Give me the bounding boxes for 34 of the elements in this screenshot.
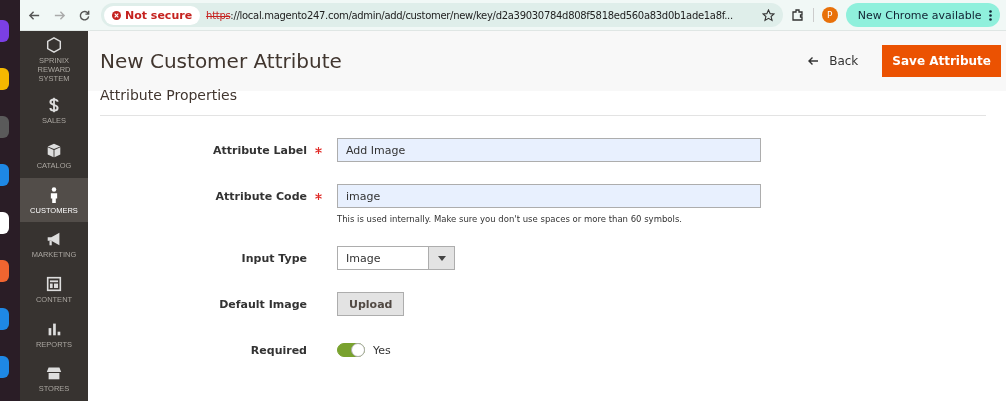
- save-attribute-button[interactable]: Save Attribute: [882, 45, 1001, 77]
- layout-icon: [45, 274, 63, 293]
- caret-icon: [437, 255, 446, 261]
- url-text: https://local.magento247.com/admin/add/customer/new/key/d2a39030784d808f5818ed560a83d0b1ade1a8f...: [206, 9, 733, 21]
- page-title: New Customer Attribute: [100, 49, 342, 73]
- section-title: Attribute Properties: [100, 86, 239, 105]
- reload-icon[interactable]: [78, 8, 91, 22]
- more-icon: [989, 10, 992, 21]
- toggle-switch[interactable]: [337, 343, 365, 357]
- field-label: Attribute Code: [215, 189, 307, 203]
- box-icon: [45, 141, 63, 159]
- input-type-dropdown[interactable]: Image: [337, 246, 455, 270]
- field-note: This is used internally. Make sure you don't use spaces or more than 60 symbols.: [337, 214, 684, 224]
- extensions-icon[interactable]: [790, 8, 805, 22]
- security-label: Not secure: [125, 8, 193, 22]
- bookmark-star-icon[interactable]: [761, 8, 775, 22]
- field-label: Default Image: [219, 297, 307, 311]
- back-button[interactable]: Back: [801, 53, 865, 69]
- hexagon-icon: [45, 36, 63, 55]
- field-label: Required: [250, 343, 307, 357]
- dock-app-icon[interactable]: [0, 68, 9, 90]
- field-label: Input Type: [241, 251, 307, 265]
- update-button[interactable]: New Chrome available: [845, 3, 1000, 27]
- profile-avatar[interactable]: P: [821, 7, 838, 23]
- dock-app-icon[interactable]: [0, 212, 9, 234]
- text-input-field[interactable]: image: [337, 184, 761, 208]
- security-chip[interactable]: Not secure: [104, 5, 201, 25]
- left-arrow-icon: [807, 56, 820, 66]
- address-bar[interactable]: Not secure https://local.magento247.com/admin/add/customer/new/key/d2a39030784d808f5818ed560a83d0b1ade1a8f...: [101, 3, 783, 27]
- text-input-field[interactable]: Add Image: [337, 138, 761, 162]
- field-label: Attribute Label: [213, 143, 307, 157]
- toggle-label: Yes: [373, 343, 391, 357]
- upload-button[interactable]: Upload: [337, 292, 405, 316]
- error-icon: [112, 10, 121, 20]
